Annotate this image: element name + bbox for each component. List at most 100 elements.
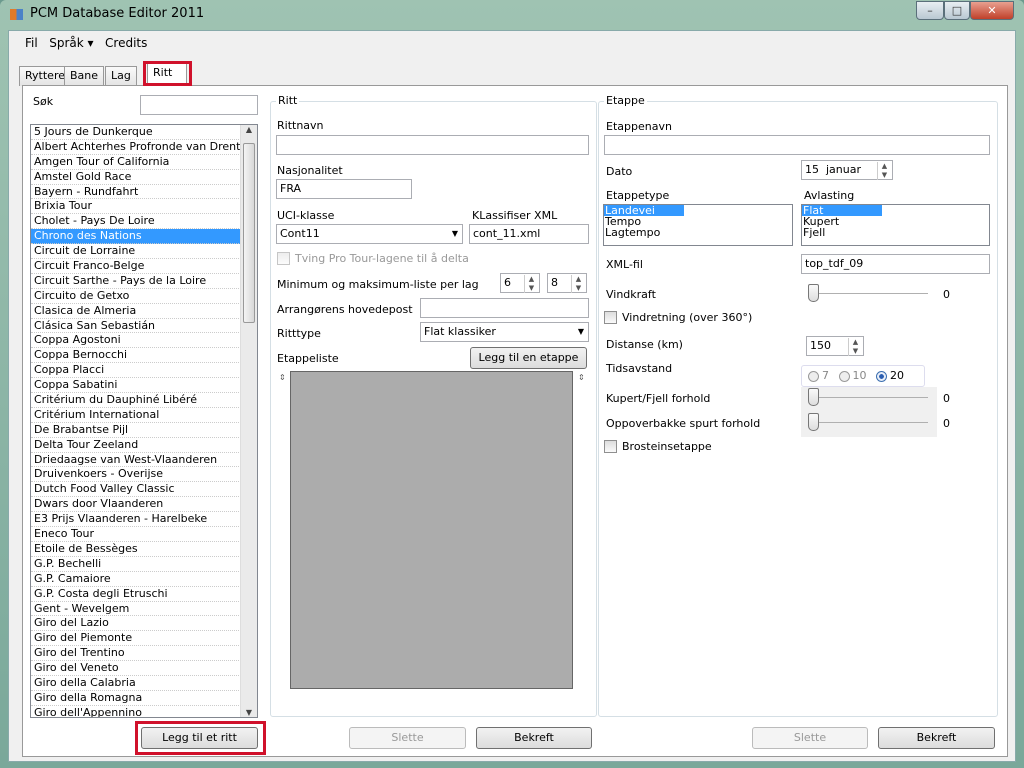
race-list-item[interactable]: Amgen Tour of California (31, 155, 241, 170)
date-day: 15 (805, 163, 819, 176)
menu-fil[interactable]: Fil (25, 36, 38, 50)
wind-slider[interactable] (808, 284, 819, 302)
race-list-item[interactable]: Giro del Trentino (31, 646, 241, 662)
minimize-button[interactable]: – (916, 1, 944, 20)
race-list-item[interactable]: 5 Jours de Dunkerque (31, 125, 241, 140)
race-list-item[interactable]: Giro della Calabria (31, 676, 241, 691)
app-icon (10, 9, 23, 20)
gap-radio-10[interactable] (838, 370, 850, 382)
race-list-item[interactable]: Giro del Veneto (31, 661, 241, 676)
race-list-item[interactable]: Cholet - Pays De Loire (31, 214, 241, 230)
gap-label-7: 7 (822, 369, 829, 382)
hilly-slider[interactable] (808, 388, 819, 406)
gap-radio-7[interactable] (808, 370, 819, 382)
race-list-item[interactable]: Circuit Franco-Belge (31, 259, 241, 274)
race-list-item[interactable]: Bayern - Rundfahrt (31, 185, 241, 200)
tab-bane[interactable]: Bane (64, 66, 105, 86)
race-list-item[interactable]: Critérium International (31, 408, 241, 423)
max-stepper[interactable]: 8 ▲ ▼ (547, 273, 587, 293)
uci-select[interactable]: Cont11 ▼ (276, 224, 463, 244)
race-list-item[interactable]: Driedaagse van West-Vlaanderen (31, 453, 241, 468)
race-list-item[interactable]: Circuit de Lorraine (31, 244, 241, 260)
race-list-item[interactable]: Giro del Piemonte (31, 631, 241, 647)
race-type-select[interactable]: Flat klassiker ▼ (420, 322, 589, 342)
stage-type-option[interactable]: Lagtempo (604, 227, 792, 238)
race-list-item[interactable]: Coppa Sabatini (31, 378, 241, 394)
nation-input[interactable]: FRA (276, 179, 412, 199)
race-list-item[interactable]: Albert Achterhes Profronde van Drenthe (31, 140, 254, 155)
relief-list[interactable]: Flat Kupert Fjell (801, 204, 990, 246)
stage-scroll-right-icon[interactable]: ⇕ (578, 373, 585, 382)
date-picker[interactable]: 15 januar ▲ ▼ (801, 160, 893, 180)
race-list-item[interactable]: Critérium du Dauphiné Libéré (31, 393, 241, 408)
cobble-checkbox[interactable] (604, 440, 617, 453)
stage-delete-button[interactable]: Slette (752, 727, 868, 749)
stage-scroll-left-icon[interactable]: ⇕ (279, 373, 286, 382)
race-name-input[interactable] (276, 135, 589, 155)
race-list-item[interactable]: Clásica San Sebastián (31, 319, 241, 334)
relief-option[interactable]: Fjell (802, 227, 989, 238)
stage-list[interactable] (290, 371, 573, 689)
add-stage-button[interactable]: Legg til en etappe (470, 347, 587, 369)
relief-option[interactable]: Kupert (802, 216, 989, 227)
race-list-item[interactable]: Dutch Food Valley Classic (31, 482, 241, 498)
race-delete-button[interactable]: Slette (349, 727, 466, 749)
search-label: Søk (33, 95, 54, 108)
race-list-item[interactable]: G.P. Bechelli (31, 557, 241, 572)
race-list-item[interactable]: Coppa Agostoni (31, 333, 241, 349)
race-list-item[interactable]: E3 Prijs Vlaanderen - Harelbeke (31, 512, 241, 528)
xml-class-input[interactable]: cont_11.xml (469, 224, 589, 244)
race-list-item[interactable]: Circuito de Getxo (31, 289, 241, 304)
race-list-item[interactable]: Delta Tour Zeeland (31, 438, 241, 453)
menu-credits[interactable]: Credits (105, 36, 147, 50)
race-list-item[interactable]: Etoile de Bessèges (31, 542, 241, 557)
organizer-input[interactable] (420, 298, 589, 318)
nation-label: Nasjonalitet (277, 164, 343, 177)
race-list-item[interactable]: Amstel Gold Race (31, 170, 241, 185)
race-list-scrollbar[interactable]: ▲ ▼ (240, 125, 257, 717)
race-list-item[interactable]: Giro del Lazio (31, 616, 241, 632)
race-list-item[interactable]: De Brabantse Pijl (31, 423, 241, 438)
race-list-item[interactable]: Chrono des Nations (31, 229, 241, 245)
race-list-item[interactable]: Brixia Tour (31, 199, 241, 215)
spin-icon[interactable]: ▲ ▼ (877, 162, 891, 180)
race-list-item[interactable]: Giro della Romagna (31, 691, 241, 706)
race-list-item[interactable]: Dwars door Vlaanderen (31, 497, 241, 513)
race-list-item[interactable]: Circuit Sarthe - Pays de la Loire (31, 274, 241, 289)
distance-stepper[interactable]: 150 ▲ ▼ (806, 336, 864, 356)
close-button[interactable]: ✕ (970, 1, 1014, 20)
race-list-item[interactable]: Gent - Wevelgem (31, 602, 241, 617)
etappe-group-label: Etappe (604, 94, 647, 107)
stage-type-list[interactable]: Landevei Tempo Lagtempo (603, 204, 793, 246)
uphill-slider[interactable] (808, 413, 819, 431)
scroll-down-icon[interactable]: ▼ (241, 708, 257, 717)
uphill-label: Oppoverbakke spurt forhold (606, 417, 761, 430)
maximize-button[interactable]: □ (944, 1, 970, 20)
scroll-up-icon[interactable]: ▲ (241, 125, 257, 134)
spin-icon[interactable]: ▲ ▼ (848, 338, 862, 356)
scroll-thumb[interactable] (243, 143, 255, 323)
stage-confirm-button[interactable]: Bekreft (878, 727, 995, 749)
race-list-item[interactable]: Coppa Bernocchi (31, 348, 241, 364)
force-pro-checkbox[interactable] (277, 252, 290, 265)
race-list-item[interactable]: Giro dell'Appennino (31, 706, 241, 717)
min-stepper[interactable]: 6 ▲ ▼ (500, 273, 540, 293)
wind-direction-checkbox[interactable] (604, 311, 617, 324)
search-input[interactable] (140, 95, 258, 115)
stage-name-input[interactable] (604, 135, 990, 155)
race-type-value: Flat klassiker (424, 325, 496, 338)
race-confirm-button[interactable]: Bekreft (476, 727, 592, 749)
race-list-item[interactable]: G.P. Costa degli Etruschi (31, 587, 241, 602)
spin-icon[interactable]: ▲ ▼ (571, 275, 585, 293)
gap-radio-20[interactable] (876, 370, 887, 382)
race-list-item[interactable]: Coppa Placci (31, 363, 241, 379)
tab-lag[interactable]: Lag (105, 66, 137, 86)
race-list-item[interactable]: Clasica de Almeria (31, 304, 241, 319)
race-list-item[interactable]: G.P. Camaiore (31, 572, 241, 587)
race-list-item[interactable]: Druivenkoers - Overijse (31, 467, 241, 483)
xml-file-input[interactable]: top_tdf_09 (801, 254, 990, 274)
race-list[interactable]: 5 Jours de Dunkerque Albert Achterhes Pro… (30, 124, 258, 718)
spin-icon[interactable]: ▲ ▼ (524, 275, 538, 293)
race-list-item[interactable]: Eneco Tour (31, 527, 241, 542)
menu-sprak[interactable]: Språk ▾ (49, 36, 93, 50)
